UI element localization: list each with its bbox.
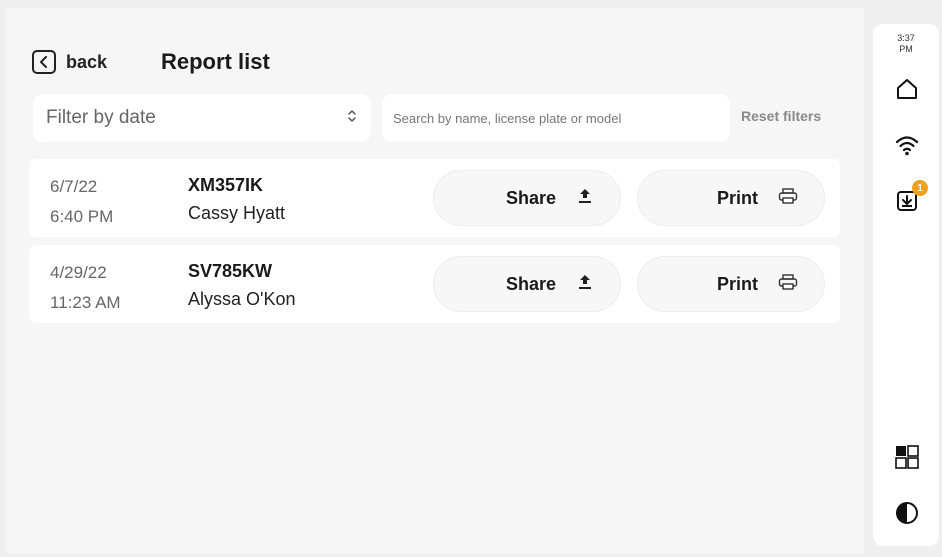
report-row: 4/29/22 11:23 AM SV785KW Alyssa O'Kon Sh…: [29, 245, 840, 323]
date-filter-select[interactable]: Filter by date: [33, 94, 371, 142]
report-date: 6/7/22: [50, 177, 98, 196]
home-icon[interactable]: [894, 76, 920, 102]
download-icon[interactable]: 1: [894, 180, 928, 214]
print-button[interactable]: Print: [637, 170, 825, 226]
print-button[interactable]: Print: [637, 256, 825, 312]
license-plate: SV785KW: [188, 261, 273, 281]
back-label: back: [66, 51, 108, 72]
printer-icon: [778, 187, 798, 209]
page-title: Report list: [161, 49, 270, 74]
downloads-badge: 1: [912, 180, 928, 196]
clock-time: 3:37: [897, 33, 915, 43]
clock-ampm: PM: [899, 44, 913, 54]
customer-name: Alyssa O'Kon: [188, 289, 296, 309]
wifi-icon[interactable]: [894, 132, 920, 158]
search-field[interactable]: [382, 94, 730, 142]
share-label: Share: [505, 187, 556, 208]
main-panel: back Report list Filter by date Reset fi…: [6, 8, 864, 553]
contrast-icon[interactable]: [894, 500, 920, 526]
report-date: 4/29/22: [50, 263, 107, 282]
share-button[interactable]: Share: [433, 256, 621, 312]
upload-icon: [576, 187, 594, 210]
grid-icon[interactable]: [894, 444, 920, 470]
updown-chevron-icon: [347, 108, 357, 129]
customer-name: Cassy Hyatt: [188, 203, 286, 223]
reset-filters-button[interactable]: Reset filters: [741, 104, 821, 128]
top-bar: back: [32, 42, 107, 82]
report-time: 6:40 PM: [50, 207, 114, 226]
upload-icon: [576, 273, 594, 296]
share-label: Share: [505, 273, 556, 294]
back-button[interactable]: back: [32, 50, 107, 74]
date-filter-label: Filter by date: [46, 107, 156, 128]
report-datetime: 4/29/22 11:23 AM: [50, 258, 121, 318]
share-button[interactable]: Share: [433, 170, 621, 226]
right-sidebar: 3:37 PM 1: [873, 24, 939, 546]
report-time: 11:23 AM: [50, 293, 121, 312]
print-label: Print: [716, 273, 758, 294]
report-datetime: 6/7/22 6:40 PM: [50, 172, 113, 232]
report-row: 6/7/22 6:40 PM XM357IK Cassy Hyatt Share…: [29, 159, 840, 237]
printer-icon: [778, 273, 798, 295]
print-label: Print: [716, 187, 758, 208]
clock: 3:37 PM: [873, 33, 939, 55]
chevron-left-icon: [32, 50, 56, 74]
license-plate: XM357IK: [188, 175, 264, 195]
search-input[interactable]: [393, 110, 719, 126]
